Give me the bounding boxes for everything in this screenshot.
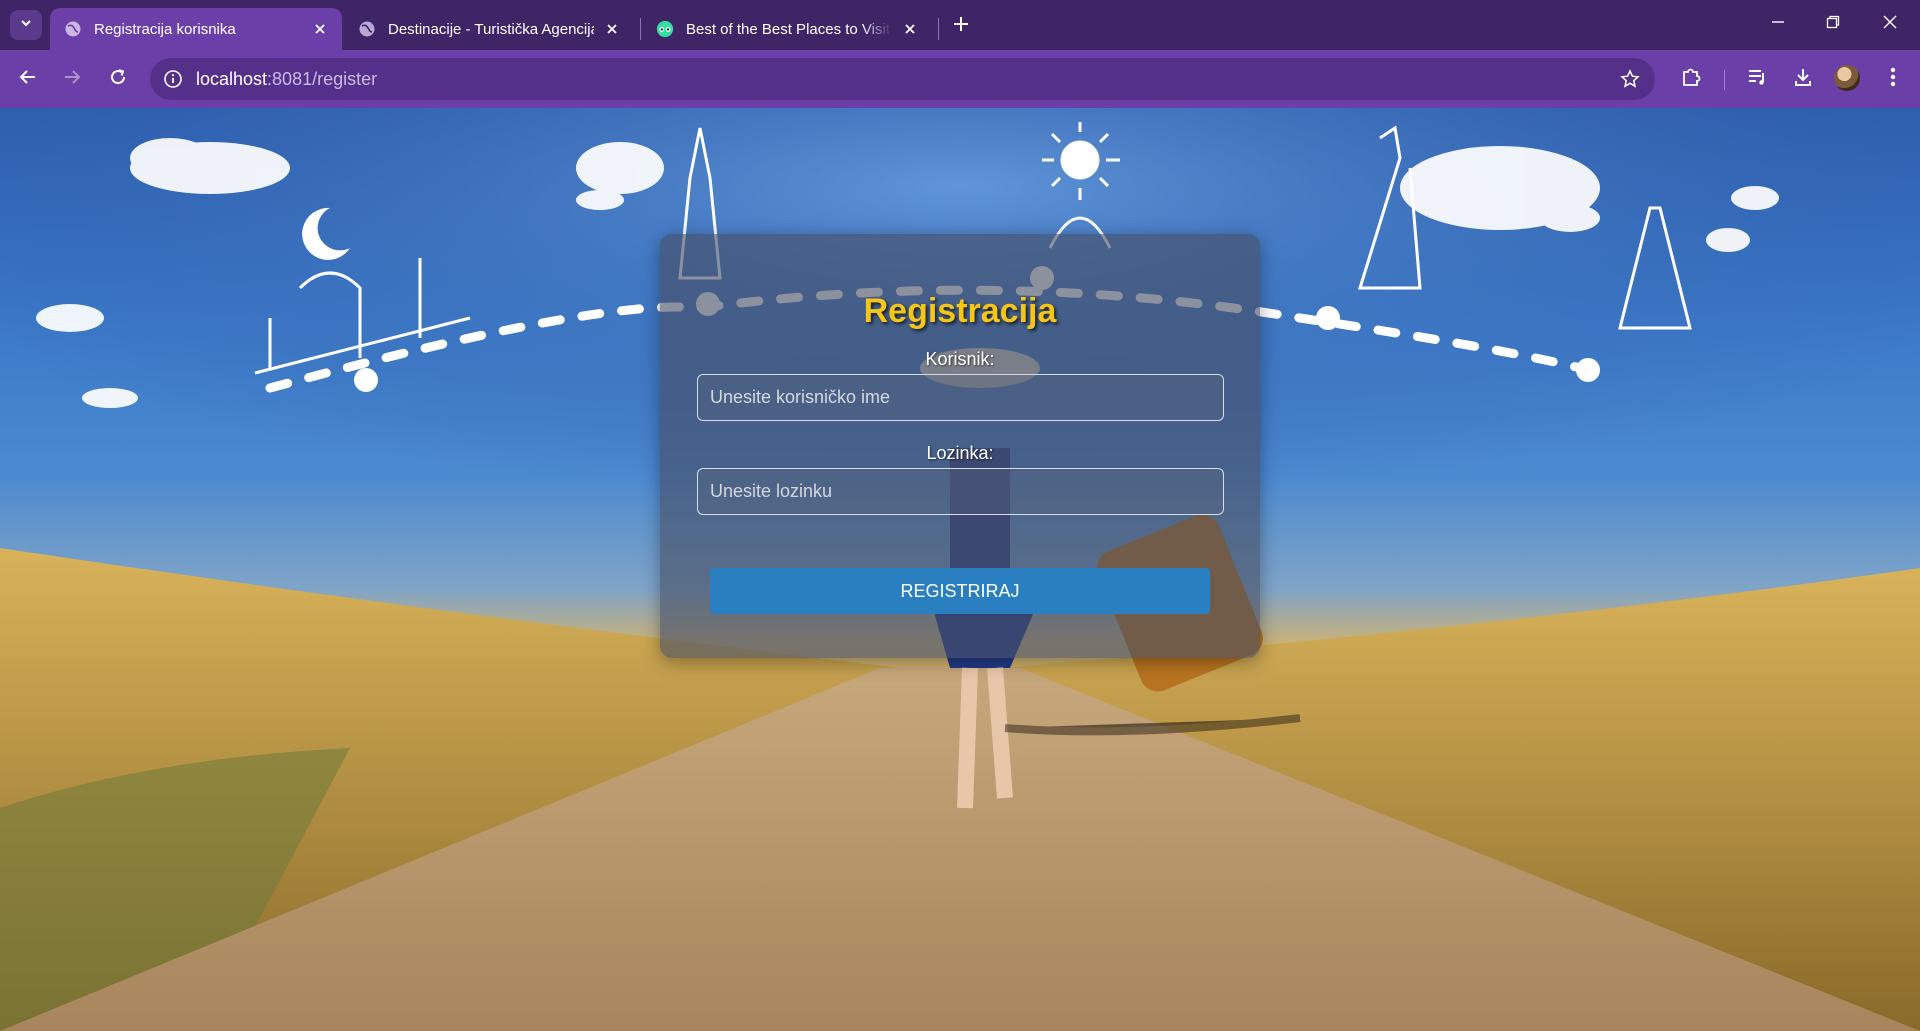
profile-avatar[interactable] [1834, 65, 1860, 91]
password-label: Lozinka: [926, 443, 994, 463]
tripadvisor-icon [656, 20, 674, 38]
close-icon[interactable] [310, 19, 330, 39]
minimize-icon [1771, 15, 1785, 34]
tab-best-places[interactable]: Best of the Best Places to Visit in [642, 8, 932, 50]
new-tab-button[interactable] [948, 13, 974, 39]
puzzle-icon [1680, 66, 1702, 93]
bookmark-star-icon[interactable] [1619, 68, 1641, 90]
password-input[interactable] [697, 468, 1224, 515]
tab-title: Destinacije - Turistička Agencija [388, 20, 594, 38]
download-icon [1792, 66, 1814, 93]
url-host: localhost [196, 69, 268, 89]
close-icon[interactable] [900, 19, 920, 39]
username-input[interactable] [697, 374, 1224, 421]
toolbar-separator [1724, 70, 1725, 90]
plus-icon [953, 16, 969, 37]
address-bar[interactable]: localhost:8081/register [150, 58, 1655, 100]
restore-icon [1826, 15, 1840, 34]
more-vertical-icon [1890, 66, 1896, 93]
tab-destinacije[interactable]: Destinacije - Turistička Agencija [344, 8, 634, 50]
arrow-left-icon [19, 68, 37, 91]
downloads-button[interactable] [1788, 64, 1818, 94]
tab-title: Registracija korisnika [94, 20, 236, 38]
info-icon[interactable] [162, 68, 184, 90]
page-viewport: Registracija Korisnik: Lozinka: REGISTRI… [0, 108, 1920, 1031]
register-button[interactable]: REGISTRIRAJ [710, 568, 1210, 614]
playlist-icon [1746, 66, 1768, 93]
page-title: Registracija [863, 292, 1057, 330]
globe-icon [358, 20, 376, 38]
back-button[interactable] [12, 63, 44, 95]
username-label: Korisnik: [925, 349, 995, 369]
url-path: :8081/register [267, 69, 378, 89]
minimize-button[interactable] [1758, 10, 1798, 38]
tab-search-button[interactable] [10, 10, 42, 40]
tab-registracija[interactable]: Registracija korisnika [50, 8, 342, 50]
menu-button[interactable] [1878, 64, 1908, 94]
tab-title: Best of the Best Places to Visit in [686, 20, 892, 38]
browser-toolbar: localhost:8081/register [0, 50, 1920, 108]
registration-card: Registracija Korisnik: Lozinka: REGISTRI… [660, 234, 1260, 658]
reload-icon [109, 68, 127, 91]
chevron-down-icon [19, 16, 33, 35]
extensions-button[interactable] [1676, 64, 1706, 94]
close-window-button[interactable] [1870, 10, 1910, 38]
arrow-right-icon [63, 68, 81, 91]
media-controls-button[interactable] [1742, 64, 1772, 94]
tab-separator [938, 18, 939, 40]
close-icon [1883, 15, 1897, 34]
forward-button[interactable] [56, 63, 88, 95]
close-icon[interactable] [602, 19, 622, 39]
reload-button[interactable] [102, 63, 134, 95]
tab-strip: Registracija korisnika Destinacije - Tur… [0, 0, 1920, 50]
url-text: localhost:8081/register [196, 69, 377, 90]
restore-button[interactable] [1813, 10, 1853, 38]
globe-icon [64, 20, 82, 38]
tab-separator [640, 18, 641, 40]
